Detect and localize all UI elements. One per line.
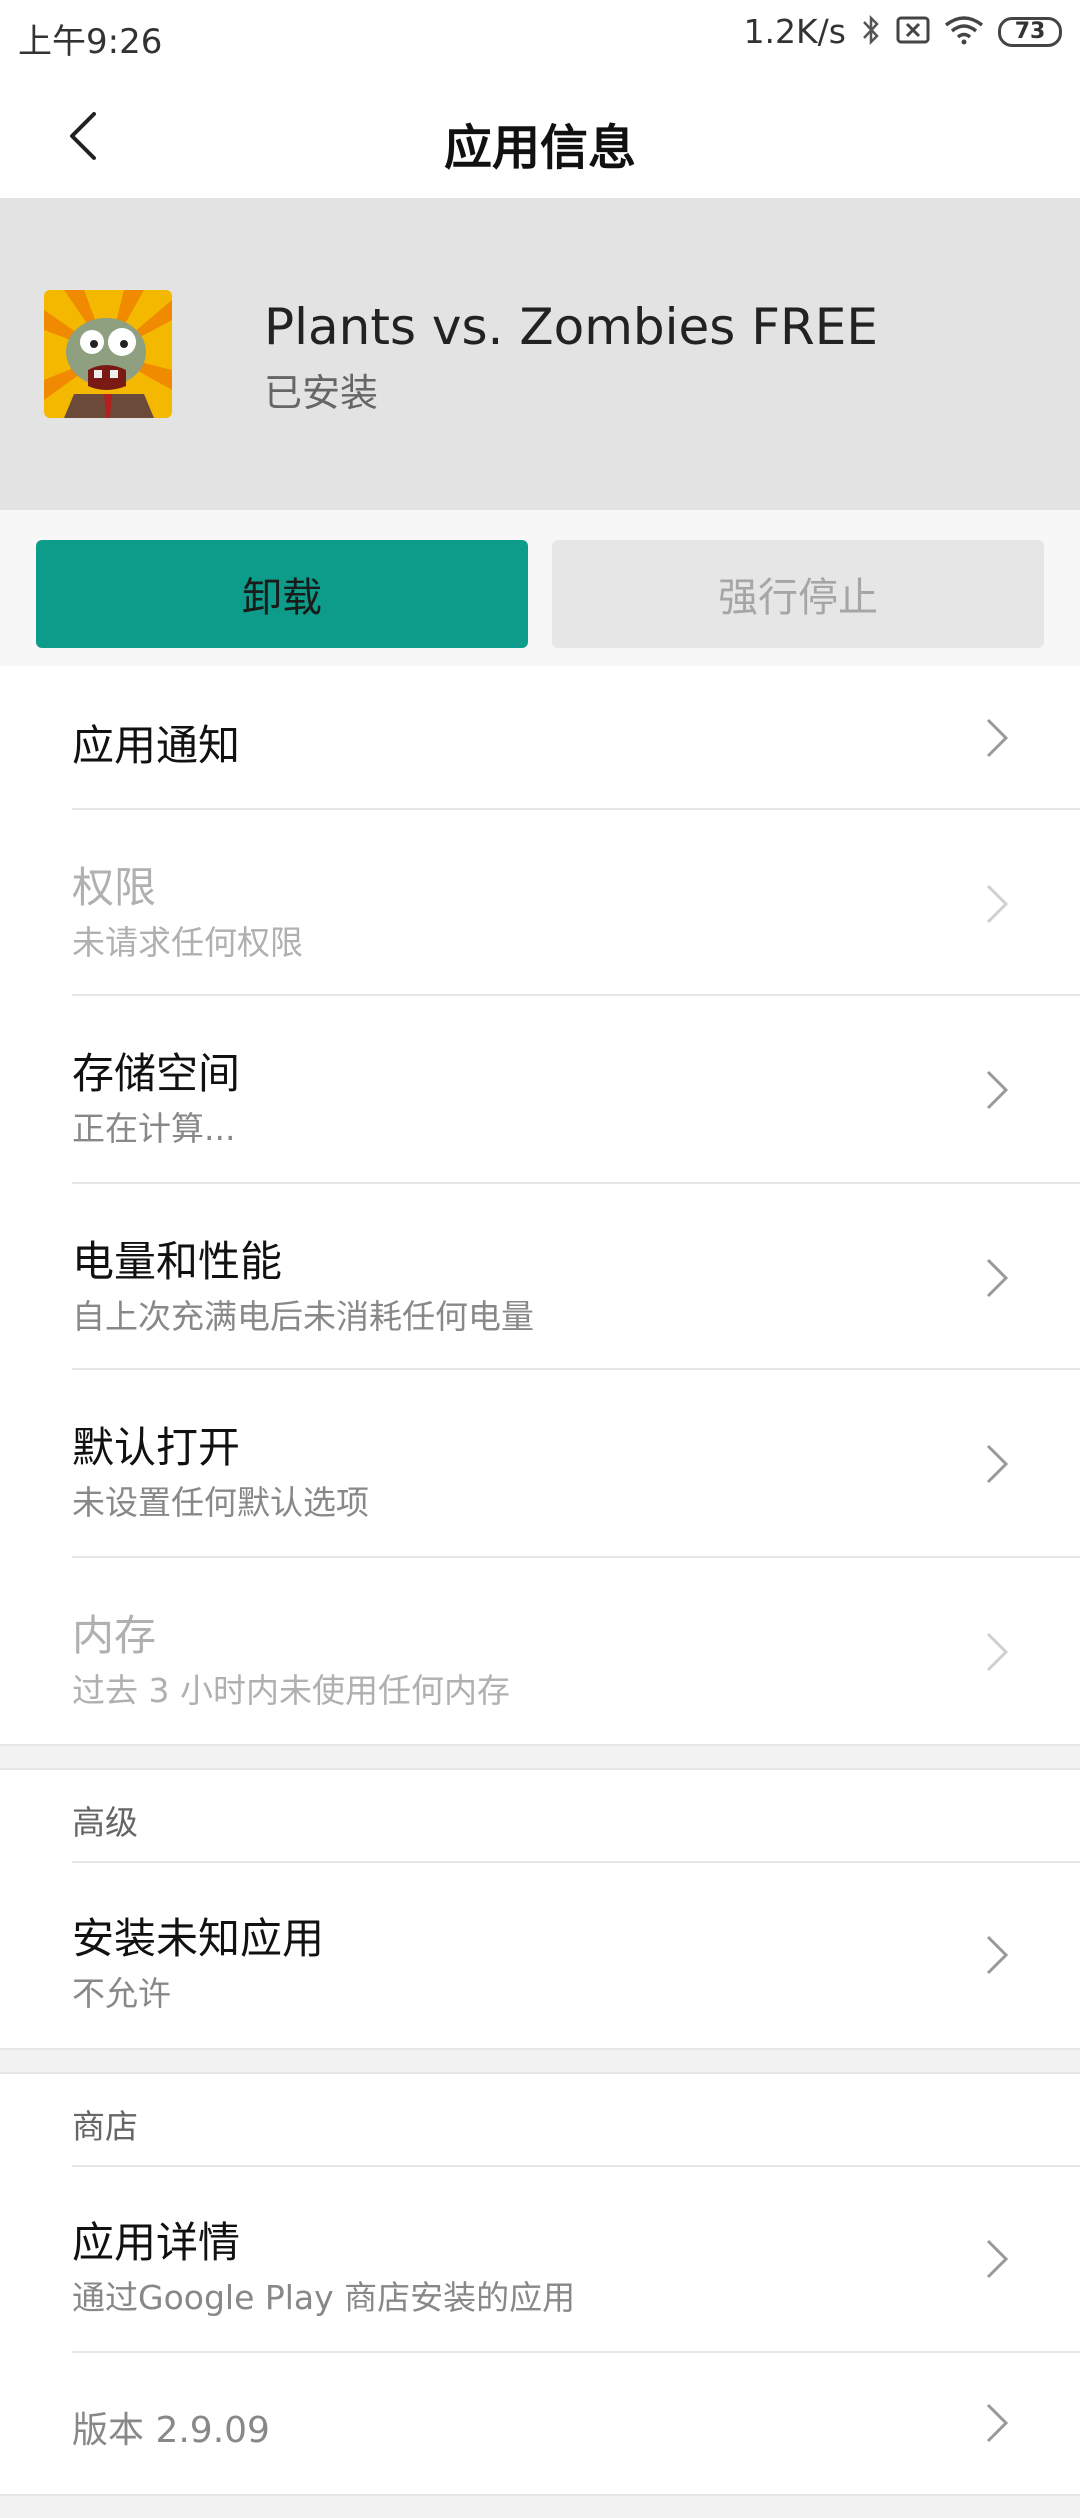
item-subtitle: 通过Google Play 商店安装的应用 [72,2278,576,2317]
wifi-icon [944,15,984,49]
app-install-status: 已安装 [264,371,379,415]
item-title: 权限 [72,863,157,912]
uninstall-button[interactable]: 卸载 [36,540,528,648]
app-summary-card: Plants vs. Zombies FREE 已安装 [0,200,1080,510]
section-header-store: 商店 [72,2107,138,2146]
list-item-version[interactable]: 版本 2.9.09 [72,2353,1080,2493]
action-buttons: 卸载 强行停止 [0,510,1080,666]
app-bar: 应用信息 [0,72,1080,200]
item-title: 内存 [72,1611,157,1660]
battery-icon: 73 [998,16,1062,47]
item-subtitle: 自上次充满电后未消耗任何电量 [72,1297,534,1336]
chevron-right-icon [986,884,1009,924]
chevron-right-icon [986,1258,1009,1298]
item-title: 安装未知应用 [72,1914,325,1963]
item-subtitle: 未请求任何权限 [72,923,303,962]
status-bar: 上午9:26 1.2K/s 73 [0,0,1080,72]
section-divider [0,1744,1080,1770]
bluetooth-icon [860,14,882,50]
chevron-right-icon [986,1070,1009,1110]
chevron-right-icon [986,718,1009,758]
chevron-right-icon [986,1444,1009,1484]
section-header-advanced: 高级 [72,1803,138,1842]
item-subtitle: 不允许 [72,1974,171,2013]
list-item-permissions[interactable]: 权限 未请求任何权限 [72,810,1080,996]
status-time: 上午9:26 [18,22,163,62]
list-item-open-by-default[interactable]: 默认打开 未设置任何默认选项 [72,1370,1080,1558]
chevron-right-icon [986,1632,1009,1672]
item-title: 存储空间 [72,1049,241,1098]
item-subtitle: 过去 3 小时内未使用任何内存 [72,1671,510,1710]
list-item-battery-performance[interactable]: 电量和性能 自上次充满电后未消耗任何电量 [72,1184,1080,1370]
list-item-storage[interactable]: 存储空间 正在计算... [72,996,1080,1184]
bottom-divider [0,2494,1080,2518]
item-subtitle: 正在计算... [72,1109,236,1148]
network-speed: 1.2K/s [743,12,846,51]
app-name: Plants vs. Zombies FREE [264,298,878,356]
page-title: 应用信息 [443,120,636,176]
chevron-right-icon [986,2403,1009,2443]
version-label: 版本 2.9.09 [72,2410,270,2451]
item-subtitle: 未设置任何默认选项 [72,1483,369,1522]
list-item-app-details[interactable]: 应用详情 通过Google Play 商店安装的应用 [72,2167,1080,2353]
chevron-right-icon [986,2239,1009,2279]
chevron-right-icon [986,1935,1009,1975]
section-divider [0,2048,1080,2074]
list-item-notifications[interactable]: 应用通知 [72,666,1080,810]
no-sim-icon [896,16,930,48]
item-title: 默认打开 [72,1423,241,1472]
force-stop-button[interactable]: 强行停止 [552,540,1044,648]
item-title: 电量和性能 [72,1237,283,1286]
zombie-app-icon [44,290,172,418]
list-item-install-unknown-apps[interactable]: 安装未知应用 不允许 [72,1863,1080,2047]
item-title: 应用通知 [72,721,241,770]
list-item-memory[interactable]: 内存 过去 3 小时内未使用任何内存 [72,1558,1080,1744]
status-icons: 1.2K/s 73 [744,12,1062,51]
item-title: 应用详情 [72,2218,241,2267]
